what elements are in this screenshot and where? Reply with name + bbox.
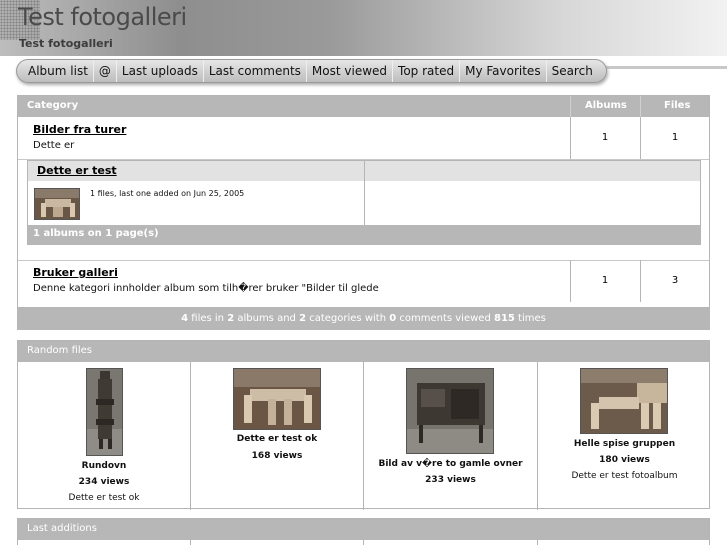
main-nav-bar: Album list @ Last uploads Last comments … — [0, 56, 727, 90]
category-files-count: 3 — [671, 275, 679, 286]
category-link-bruker-galleri[interactable]: Bruker galleri — [33, 266, 118, 279]
random-file-views: 168 views — [251, 451, 303, 461]
random-file-item: Rundovn 234 views Dette er test ok — [18, 362, 190, 510]
random-file-thumbnail[interactable] — [86, 368, 123, 456]
table-photo-icon — [35, 189, 79, 219]
random-file-item: Dette er test ok 168 views — [191, 362, 363, 510]
header-files: Files — [664, 100, 691, 111]
random-file-thumbnail[interactable] — [406, 368, 494, 454]
random-file-views: 234 views — [78, 477, 130, 487]
nav-most-viewed[interactable]: Most viewed — [307, 60, 392, 82]
album-pager: 1 albums on 1 page(s) — [28, 225, 700, 244]
nav-my-favorites[interactable]: My Favorites — [460, 60, 545, 82]
site-subtitle: Test fotogalleri — [19, 37, 113, 50]
header-category: Category — [27, 100, 79, 111]
nav-last-uploads[interactable]: Last uploads — [117, 60, 203, 82]
random-file-description: Dette er test ok — [68, 493, 140, 503]
random-file-title: Bild av v�re to gamle ovner — [378, 459, 523, 469]
random-file-description: Dette er test fotoalbum — [571, 471, 678, 481]
last-additions-header: Last additions — [27, 523, 97, 534]
dining-set-photo-icon — [234, 369, 320, 429]
nav-last-comments[interactable]: Last comments — [204, 60, 306, 82]
category-albums-count: 1 — [601, 275, 609, 286]
category-albums-count: 1 — [601, 132, 609, 143]
stove-photo-icon — [87, 369, 122, 455]
subalbum-panel: Dette er test 1 files, last one added on… — [27, 160, 701, 245]
stats-views: 815 — [493, 313, 515, 324]
random-files-header: Random files — [27, 345, 93, 356]
header-albums: Albums — [585, 100, 627, 111]
random-file-title: Rundovn — [81, 461, 127, 471]
dining-group-photo-icon — [581, 369, 667, 433]
main-nav: Album list @ Last uploads Last comments … — [16, 59, 607, 83]
random-file-views: 233 views — [425, 475, 476, 485]
site-title: Test fotogalleri — [18, 3, 187, 31]
random-files-panel: Random files Rundovn 234 views Dette er … — [17, 340, 711, 510]
category-table: Category Albums Files Bilder fra turer D… — [17, 95, 710, 308]
nav-at[interactable]: @ — [94, 60, 116, 82]
random-file-title: Dette er test ok — [236, 434, 318, 444]
old-ovens-photo-icon — [407, 369, 493, 453]
category-link-bilder-fra-turer[interactable]: Bilder fra turer — [33, 123, 126, 136]
random-file-thumbnail[interactable] — [233, 368, 321, 430]
random-file-thumbnail[interactable] — [580, 368, 668, 434]
nav-top-rated[interactable]: Top rated — [393, 60, 459, 82]
random-file-views: 180 views — [599, 455, 650, 465]
stats-categories: 2 — [299, 313, 307, 324]
random-file-item: Bild av v�re to gamle ovner 233 views — [364, 362, 537, 510]
random-file-item: Helle spise gruppen 180 views Dette er t… — [538, 362, 711, 510]
last-additions-panel: Last additions — [17, 518, 710, 545]
nav-album-list[interactable]: Album list — [23, 60, 93, 82]
category-files-count: 1 — [671, 132, 679, 143]
category-description: Denne kategori innholder album som tilh�… — [33, 283, 379, 294]
album-link-dette-er-test[interactable]: Dette er test — [37, 164, 117, 177]
category-description: Dette er — [33, 140, 75, 151]
gallery-stats: 4 files in 2 albums and 2 categories wit… — [17, 308, 710, 330]
category-table-header: Category Albums Files — [18, 96, 709, 117]
random-file-title: Helle spise gruppen — [573, 439, 676, 449]
site-header: Test fotogalleri Test fotogalleri — [0, 0, 727, 56]
nav-search[interactable]: Search — [547, 60, 598, 82]
album-thumbnail[interactable] — [34, 188, 80, 220]
album-info: 1 files, last one added on Jun 25, 2005 — [90, 189, 245, 198]
